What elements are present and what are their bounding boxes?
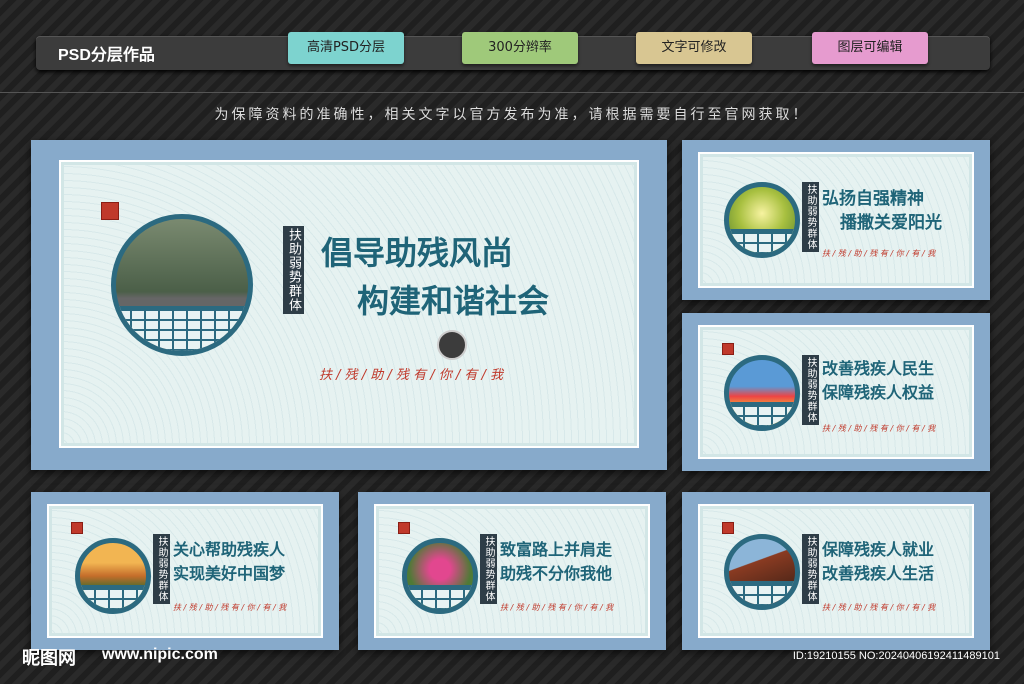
headline-line-1: 致富路上并肩走 [500,540,613,559]
tag-editable-layers: 图层可编辑 [812,32,928,64]
board-4-panel: 扶助弱势群体 关心帮助残疾人 实现美好中国梦 扶 / 残 / 助 / 残 有 /… [47,504,323,638]
seal-stamp [398,522,410,534]
seal-stamp [101,202,119,220]
vertical-label: 扶助弱势群体 [802,182,819,252]
slogan: 扶 / 残 / 助 / 残 有 / 你 / 有 / 我 [822,424,936,433]
site-logo: 昵图网 [22,648,76,669]
seal-stamp [722,522,734,534]
photo-tulips-circle [724,355,800,431]
photo-flowers-circle [402,538,478,614]
image-id: ID:19210155 NO:20240406192411489101 [792,650,1000,662]
seal-stamp [722,343,734,355]
window-lattice [116,305,248,351]
headline-line-1: 弘扬自强精神 [822,189,924,209]
vertical-label: 扶助弱势群体 [283,226,304,314]
headline-line-2: 保障残疾人权益 [822,383,935,402]
vertical-label: 扶助弱势群体 [802,534,819,604]
slogan: 扶 / 残 / 助 / 残 有 / 你 / 有 / 我 [500,603,614,612]
window-lattice [729,401,795,426]
emblem-icon [437,330,467,360]
window-lattice [729,228,795,253]
slogan: 扶 / 残 / 助 / 残 有 / 你 / 有 / 我 [173,603,287,612]
slogan: 扶 / 残 / 助 / 残 有 / 你 / 有 / 我 [319,368,503,383]
divider [0,92,1024,93]
board-main-panel: 扶助弱势群体 倡导助残风尚 构建和谐社会 扶 / 残 / 助 / 残 有 / 你… [59,160,639,448]
headline-line-2: 实现美好中国梦 [173,564,286,583]
top-bar: PSD分层作品 高清PSD分层 300分辫率 文字可修改 图层可编辑 [36,32,990,70]
headline-line-2: 改善残疾人生活 [822,564,935,583]
tag-editable-text: 文字可修改 [636,32,752,64]
photo-wheelchair-circle [111,214,253,356]
headline-line-1: 保障残疾人就业 [822,540,935,559]
window-lattice [407,584,473,609]
vertical-label: 扶助弱势群体 [802,355,819,425]
board-3-panel: 扶助弱势群体 改善残疾人民生 保障残疾人权益 扶 / 残 / 助 / 残 有 /… [698,325,974,459]
vertical-label: 扶助弱势群体 [153,534,170,604]
board-4: 扶助弱势群体 关心帮助残疾人 实现美好中国梦 扶 / 残 / 助 / 残 有 /… [31,492,339,650]
headline-line-1: 关心帮助残疾人 [173,540,286,559]
board-2-panel: 扶助弱势群体 弘扬自强精神 播撒关爱阳光 扶 / 残 / 助 / 残 有 / 你… [698,152,974,288]
board-main: 扶助弱势群体 倡导助残风尚 构建和谐社会 扶 / 残 / 助 / 残 有 / 你… [31,140,667,470]
board-6-panel: 扶助弱势群体 保障残疾人就业 改善残疾人生活 扶 / 残 / 助 / 残 有 /… [698,504,974,638]
seal-stamp [71,522,83,534]
tag-resolution: 300分辫率 [462,32,578,64]
window-lattice [729,580,795,605]
photo-road-sunset-circle [75,538,151,614]
tag-hd-psd: 高清PSD分层 [288,32,404,64]
board-2: 扶助弱势群体 弘扬自强精神 播撒关爱阳光 扶 / 残 / 助 / 残 有 / 你… [682,140,990,300]
notice-text: 为保障资料的准确性，相关文字以官方发布为准，请根据需要自行至官网获取！ [214,107,810,123]
brand-title: PSD分层作品 [58,47,155,64]
vertical-label: 扶助弱势群体 [480,534,497,604]
photo-pagoda-roof-circle [724,534,800,610]
headline-line-1: 倡导助残风尚 [321,234,514,272]
slogan: 扶 / 残 / 助 / 残 有 / 你 / 有 / 我 [822,603,936,612]
photo-sunlight-circle [724,182,800,258]
headline-line-2: 助残不分你我他 [500,564,613,583]
window-lattice [80,584,146,609]
headline-line-2: 播撒关爱阳光 [840,213,942,233]
headline-line-2: 构建和谐社会 [357,282,550,320]
site-url: www.nipic.com [102,646,218,663]
board-3: 扶助弱势群体 改善残疾人民生 保障残疾人权益 扶 / 残 / 助 / 残 有 /… [682,313,990,471]
headline-line-1: 改善残疾人民生 [822,359,935,378]
board-6: 扶助弱势群体 保障残疾人就业 改善残疾人生活 扶 / 残 / 助 / 残 有 /… [682,492,990,650]
board-5: 扶助弱势群体 致富路上并肩走 助残不分你我他 扶 / 残 / 助 / 残 有 /… [358,492,666,650]
board-5-panel: 扶助弱势群体 致富路上并肩走 助残不分你我他 扶 / 残 / 助 / 残 有 /… [374,504,650,638]
slogan: 扶 / 残 / 助 / 残 有 / 你 / 有 / 我 [822,249,936,258]
